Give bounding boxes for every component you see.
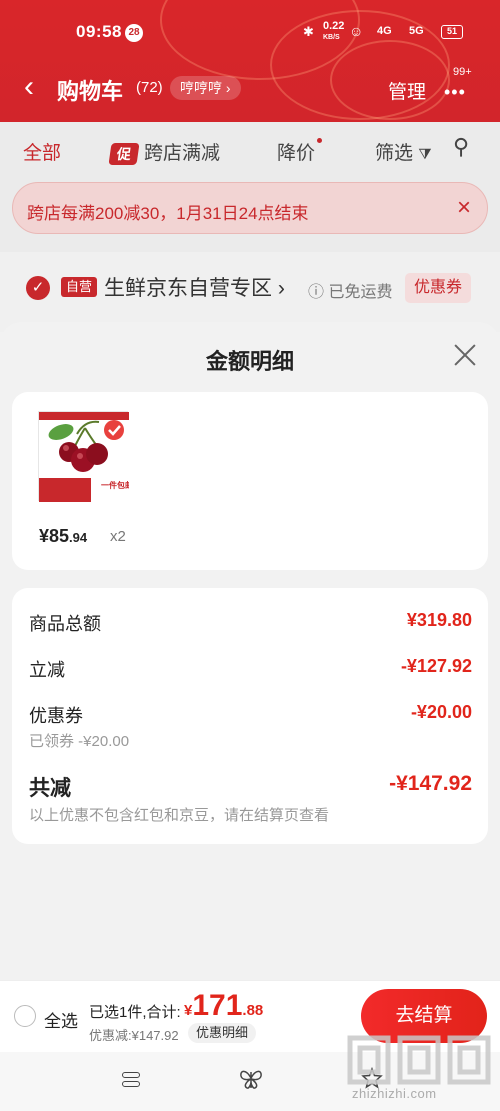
filter-tabs: 全部 促跨店满减 降价 筛选 ⧩ ⚲	[0, 122, 500, 177]
network-speed: 0.22 KB/S	[323, 20, 345, 42]
total-discount-label: 共减	[29, 777, 71, 800]
status-bar: 09:58 28 ✱ 0.22 KB/S ☺ 4G 5G 51	[0, 18, 500, 48]
signal-5g-icon: 5G	[409, 25, 424, 37]
recents-icon[interactable]	[122, 1072, 140, 1088]
system-nav-bar	[0, 1052, 500, 1111]
checkmark-icon[interactable]: ✓	[26, 276, 50, 300]
item-quantity: x2	[110, 528, 126, 545]
instant-off-value: -¥127.92	[400, 656, 472, 676]
selected-info: 已选1件,合计:	[89, 1004, 181, 1021]
goods-total-value: ¥319.80	[406, 610, 472, 630]
close-icon[interactable]: ×	[457, 194, 471, 222]
discount-detail-button[interactable]: 优惠明细	[188, 1023, 257, 1043]
butterfly-home-icon[interactable]	[238, 1066, 264, 1092]
page-title: 购物车	[57, 79, 124, 104]
manage-button[interactable]: 管理	[388, 77, 426, 104]
close-icon[interactable]	[450, 340, 480, 370]
cart-background: 全部 促跨店满减 降价 筛选 ⧩ ⚲ 跨店每满200减30，1月31日24点结束…	[0, 122, 500, 332]
store-name[interactable]: 生鲜京东自营专区 ›	[104, 272, 285, 302]
filter-icon: ⧩	[418, 146, 432, 163]
tab-filter[interactable]: 筛选 ⧩	[375, 138, 432, 165]
search-icon[interactable]: ⚲	[453, 134, 469, 160]
more-badge: 99+	[453, 66, 472, 78]
promo-tag-icon: 促	[108, 143, 140, 165]
promo-banner[interactable]: 跨店每满200减30，1月31日24点结束 ×	[12, 182, 488, 234]
sheet-title: 金额明细	[205, 349, 294, 374]
bluetooth-icon: ✱	[303, 24, 314, 39]
store-header: ✓ 自营 生鲜京东自营专区 › ⓘ 已免运费 优惠券	[0, 252, 500, 332]
back-arrow-icon[interactable]: ‹	[24, 72, 34, 102]
discount-note: 以上优惠不包含红包和京豆，请在结算页查看	[29, 807, 330, 824]
product-card: 一件包邮 ¥85.94 x2	[12, 392, 488, 570]
promo-text: 跨店每满200减30，1月31日24点结束	[27, 204, 309, 223]
item-price: ¥85.94	[39, 526, 88, 546]
cart-count: (72)	[136, 79, 163, 96]
total-discount-value: -¥147.92	[389, 772, 472, 795]
coupon-button[interactable]: 优惠券	[405, 273, 472, 303]
clock: 09:58	[76, 22, 122, 41]
coupon-sub: 已领券 -¥20.00	[29, 733, 130, 750]
free-shipping-tag: 一件包邮	[101, 480, 129, 490]
select-all-label[interactable]: 全选	[44, 1007, 78, 1032]
title-bar: ‹ 购物车 (72) 哼哼哼 › 管理 99+ •••	[0, 66, 500, 106]
back-star-icon[interactable]	[360, 1066, 384, 1090]
group-filter-pill[interactable]: 哼哼哼 ›	[170, 76, 241, 100]
coupon-value: -¥20.00	[410, 702, 472, 722]
app-header: 09:58 28 ✱ 0.22 KB/S ☺ 4G 5G 51 ‹ 购物车 (72…	[0, 0, 500, 122]
instant-off-label: 立减	[29, 660, 65, 680]
tab-all[interactable]: 全部	[23, 138, 61, 165]
tab-price-drop[interactable]: 降价	[277, 138, 323, 165]
checkout-bar: 全选 已选1件,合计: ¥171.88 优惠减:¥147.92 优惠明细 去结算	[0, 980, 500, 1052]
checkout-button[interactable]: 去结算	[361, 989, 487, 1043]
notification-badge: 28	[125, 24, 143, 42]
cat-app-icon: ☺	[349, 23, 364, 39]
total-price: ¥171.88	[184, 989, 264, 1022]
select-all-radio[interactable]	[14, 1005, 36, 1027]
battery-icon: 51	[441, 25, 463, 39]
discount-summary: 优惠减:¥147.92	[89, 1028, 179, 1043]
self-operated-tag: 自营	[61, 277, 98, 297]
goods-total-label: 商品总额	[29, 614, 101, 634]
shipping-info: ⓘ 已免运费	[308, 284, 393, 301]
amount-breakdown-card: 商品总额 ¥319.80 立减 -¥127.92 优惠券 -¥20.00 已领券…	[12, 588, 488, 844]
coupon-label: 优惠券	[29, 706, 83, 726]
more-dots-icon[interactable]: •••	[444, 82, 466, 103]
new-dot	[317, 138, 323, 143]
tab-cross-store[interactable]: 促跨店满减	[108, 138, 220, 165]
signal-4g-icon: 4G	[377, 25, 392, 37]
cherry-image: 一件包邮	[39, 412, 133, 502]
product-image[interactable]: 一件包邮	[38, 411, 133, 502]
